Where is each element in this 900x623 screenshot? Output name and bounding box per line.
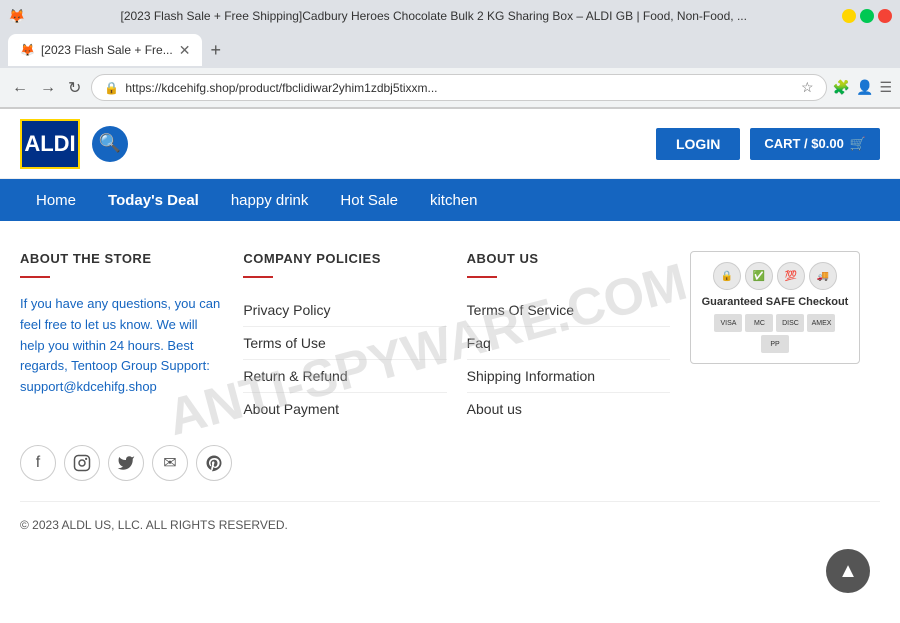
copyright-text: © 2023 ALDL US, LLC. ALL RIGHTS RESERVED… xyxy=(20,518,288,532)
paypal-icon: PP xyxy=(761,335,789,353)
menu-icon[interactable]: ☰ xyxy=(879,79,892,96)
amex-icon: AMEX xyxy=(807,314,835,332)
search-icon: 🔍 xyxy=(99,133,121,154)
site-logo[interactable]: ALDI xyxy=(20,119,80,169)
header-right: LOGIN CART / $0.00 🛒 xyxy=(656,128,880,160)
nav-item-happy-drink[interactable]: happy drink xyxy=(215,179,325,221)
payment-icons: VISA MC DISC AMEX PP xyxy=(701,314,849,353)
nav-item-hot-sale[interactable]: Hot Sale xyxy=(324,179,414,221)
address-bar[interactable]: 🔒 https://kdcehifg.shop/product/fbclidiw… xyxy=(91,74,826,101)
link-about-us[interactable]: About us xyxy=(467,393,670,425)
browser-addressbar: ← → ↻ 🔒 https://kdcehifg.shop/product/fb… xyxy=(0,68,900,108)
badge-icons: 🔒 ✅ 💯 🚚 xyxy=(701,262,849,290)
disc-icon: DISC xyxy=(776,314,804,332)
footer-about-store: ABOUT THE STORE If you have any question… xyxy=(20,251,243,425)
address-bar-icons: ☆ xyxy=(801,79,814,96)
footer-company-policies: COMPANY POLICIES Privacy Policy Terms of… xyxy=(243,251,466,425)
email-icon[interactable]: ✉ xyxy=(152,445,188,481)
tab-close-button[interactable]: ✕ xyxy=(179,42,191,59)
tab-label: [2023 Flash Sale + Fre... xyxy=(41,43,173,57)
main-nav: Home Today's Deal happy drink Hot Sale k… xyxy=(0,179,900,221)
company-policies-title: COMPANY POLICIES xyxy=(243,251,446,266)
link-privacy-policy[interactable]: Privacy Policy xyxy=(243,294,446,327)
link-shipping-information[interactable]: Shipping Information xyxy=(467,360,670,393)
company-policies-underline xyxy=(243,276,273,278)
close-button[interactable] xyxy=(878,9,892,23)
check-badge-icon: ✅ xyxy=(745,262,773,290)
search-button[interactable]: 🔍 xyxy=(92,126,128,162)
browser-favicon: 🦊 xyxy=(8,8,25,25)
instagram-icon[interactable] xyxy=(64,445,100,481)
link-terms-of-use[interactable]: Terms of Use xyxy=(243,327,446,360)
minimize-button[interactable] xyxy=(842,9,856,23)
footer: ABOUT THE STORE If you have any question… xyxy=(0,221,900,552)
bookmark-icon[interactable]: ☆ xyxy=(801,79,814,96)
browser-tab-active[interactable]: 🦊 [2023 Flash Sale + Fre... ✕ xyxy=(8,34,202,66)
cart-button[interactable]: CART / $0.00 🛒 xyxy=(750,128,880,160)
nav-item-todays-deal[interactable]: Today's Deal xyxy=(92,179,215,221)
facebook-icon[interactable]: f xyxy=(20,445,56,481)
safe-checkout-box: 🔒 ✅ 💯 🚚 Guaranteed SAFE Checkout VISA MC… xyxy=(690,251,860,364)
cart-icon: 🛒 xyxy=(850,136,866,152)
lock-badge-icon: 🔒 xyxy=(713,262,741,290)
visa-icon: VISA xyxy=(714,314,742,332)
link-terms-of-service[interactable]: Terms Of Service xyxy=(467,294,670,327)
footer-bottom: © 2023 ALDL US, LLC. ALL RIGHTS RESERVED… xyxy=(20,501,880,532)
link-return-refund[interactable]: Return & Refund xyxy=(243,360,446,393)
forward-button[interactable]: → xyxy=(36,76,60,100)
browser-tab-bar: 🦊 [2023 Flash Sale + Fre... ✕ + xyxy=(0,32,900,68)
about-store-title: ABOUT THE STORE xyxy=(20,251,223,266)
browser-titlebar: 🦊 [2023 Flash Sale + Free Shipping]Cadbu… xyxy=(0,0,900,32)
back-button[interactable]: ← xyxy=(8,76,32,100)
login-button[interactable]: LOGIN xyxy=(656,128,740,160)
new-tab-button[interactable]: + xyxy=(206,36,225,65)
browser-chrome: 🦊 [2023 Flash Sale + Free Shipping]Cadbu… xyxy=(0,0,900,109)
about-store-underline xyxy=(20,276,50,278)
nav-item-home[interactable]: Home xyxy=(20,179,92,221)
about-store-text: If you have any questions, you can feel … xyxy=(20,294,223,398)
back-to-top-button[interactable]: ▲ xyxy=(826,549,870,593)
maximize-button[interactable] xyxy=(860,9,874,23)
url-text: https://kdcehifg.shop/product/fbclidiwar… xyxy=(125,81,795,95)
profile-icon[interactable]: 👤 xyxy=(856,79,873,96)
about-us-underline xyxy=(467,276,497,278)
twitter-icon[interactable] xyxy=(108,445,144,481)
browser-title: [2023 Flash Sale + Free Shipping]Cadbury… xyxy=(31,9,836,23)
toolbar-icons: 🧩 👤 ☰ xyxy=(833,79,892,96)
link-faq[interactable]: Faq xyxy=(467,327,670,360)
safe-checkout-title: Guaranteed SAFE Checkout xyxy=(701,296,849,308)
pinterest-icon[interactable] xyxy=(196,445,232,481)
reload-button[interactable]: ↻ xyxy=(64,76,85,100)
window-controls xyxy=(842,9,892,23)
nav-item-kitchen[interactable]: kitchen xyxy=(414,179,494,221)
tab-favicon: 🦊 xyxy=(20,43,35,57)
cart-label: CART / $0.00 xyxy=(764,136,843,151)
extensions-icon[interactable]: 🧩 xyxy=(833,79,850,96)
search-circle: 🔍 xyxy=(92,126,128,162)
footer-about-us: ABOUT US Terms Of Service Faq Shipping I… xyxy=(467,251,690,425)
hundred-badge-icon: 💯 xyxy=(777,262,805,290)
social-icons: f ✉ xyxy=(20,425,880,491)
truck-badge-icon: 🚚 xyxy=(809,262,837,290)
footer-columns: ABOUT THE STORE If you have any question… xyxy=(20,251,880,425)
footer-safe-checkout-col: 🔒 ✅ 💯 🚚 Guaranteed SAFE Checkout VISA MC… xyxy=(690,251,880,425)
nav-buttons: ← → ↻ xyxy=(8,76,85,100)
site-header: ALDI 🔍 LOGIN CART / $0.00 🛒 xyxy=(0,109,900,179)
security-icon: 🔒 xyxy=(104,81,119,95)
mc-icon: MC xyxy=(745,314,773,332)
about-us-title: ABOUT US xyxy=(467,251,670,266)
link-about-payment[interactable]: About Payment xyxy=(243,393,446,425)
